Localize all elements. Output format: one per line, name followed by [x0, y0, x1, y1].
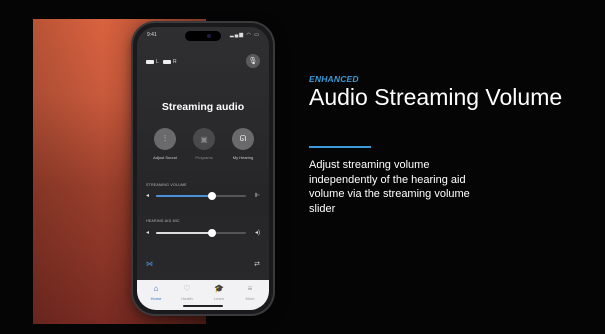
my-hearing-label: My Hearing — [232, 155, 254, 160]
slide-headline: Audio Streaming Volume — [309, 84, 563, 110]
phone-mockup: 9:41 ▂▄▆ ◠ ▭ L R 🎙 Streaming audio ⫶ Adj… — [133, 23, 273, 314]
bluetooth-icon[interactable]: ⋈ — [146, 260, 153, 268]
adjust-sound-label: Adjust Sound — [153, 155, 177, 160]
streaming-volume-label: STREAMING VOLUME — [146, 183, 187, 187]
home-icon: ⌂ — [153, 284, 159, 293]
tab-bar: ⌂ Home ♡ Health 🎓 Learn ≡ More — [137, 280, 269, 310]
slide-description: Adjust streaming volume independently of… — [309, 159, 470, 215]
mic-icon: 🎙 — [248, 58, 258, 65]
equalizer-icon[interactable]: ⇄ — [254, 260, 260, 268]
streaming-icon: ⊩ — [254, 193, 260, 199]
tab-label: Health — [181, 296, 193, 301]
slider-track[interactable] — [156, 229, 246, 237]
slider-track[interactable] — [156, 192, 246, 200]
battery-icon — [163, 60, 171, 64]
screen-title: Streaming audio — [161, 101, 245, 113]
heart-icon: ♡ — [183, 284, 191, 293]
hearing-aid-right-label: R — [173, 59, 177, 65]
ear-icon: ᘏ — [239, 134, 247, 143]
programs-icon: ▣ — [200, 134, 208, 144]
slider-fill — [156, 232, 212, 234]
headline-underline — [309, 146, 371, 148]
hearing-aid-mic-slider[interactable]: ◂ ◂) — [146, 228, 260, 238]
tab-label: More — [245, 296, 255, 301]
dynamic-island — [185, 31, 221, 41]
streaming-volume-slider[interactable]: ◂ ⊩ — [146, 191, 260, 201]
slide: 9:41 ▂▄▆ ◠ ▭ L R 🎙 Streaming audio ⫶ Adj… — [0, 0, 605, 334]
slider-thumb[interactable] — [207, 192, 216, 200]
hearing-aid-left-label: L — [156, 59, 159, 65]
adjust-sound-button[interactable]: ⫶ — [154, 128, 176, 150]
slider-fill — [156, 195, 212, 197]
tab-more[interactable]: ≡ More — [237, 284, 263, 301]
mic-button[interactable]: 🎙 — [246, 54, 260, 68]
my-hearing-button[interactable]: ᘏ — [232, 128, 254, 150]
camera-dot — [207, 34, 211, 38]
hearing-aid-right-battery: R — [163, 59, 177, 65]
tab-health[interactable]: ♡ Health — [174, 284, 200, 301]
volume-low-icon: ◂ — [146, 230, 150, 236]
hearing-aid-left-battery: L — [146, 59, 159, 65]
menu-icon: ≡ — [247, 284, 253, 293]
tab-label: Home — [150, 296, 162, 301]
battery-icon — [146, 60, 154, 64]
enhanced-badge: ENHANCED — [309, 74, 359, 84]
tab-learn[interactable]: 🎓 Learn — [206, 284, 232, 301]
status-icons: ▂▄▆ ◠ ▭ — [229, 32, 260, 38]
volume-high-icon: ◂) — [254, 230, 260, 236]
learn-icon: 🎓 — [214, 284, 224, 293]
programs-button[interactable]: ▣ — [193, 128, 215, 150]
tab-home[interactable]: ⌂ Home — [143, 284, 169, 301]
slider-thumb[interactable] — [207, 229, 216, 237]
tab-label: Learn — [213, 296, 225, 301]
volume-low-icon: ◂ — [146, 193, 150, 199]
phone-screen: 9:41 ▂▄▆ ◠ ▭ L R 🎙 Streaming audio ⫶ Adj… — [137, 27, 269, 310]
programs-label: Programs — [195, 155, 213, 160]
status-time: 9:41 — [147, 32, 157, 38]
home-indicator — [183, 305, 223, 307]
hearing-aid-mic-label: HEARING AID MIC — [146, 219, 180, 223]
sliders-icon: ⫶ — [164, 134, 166, 143]
